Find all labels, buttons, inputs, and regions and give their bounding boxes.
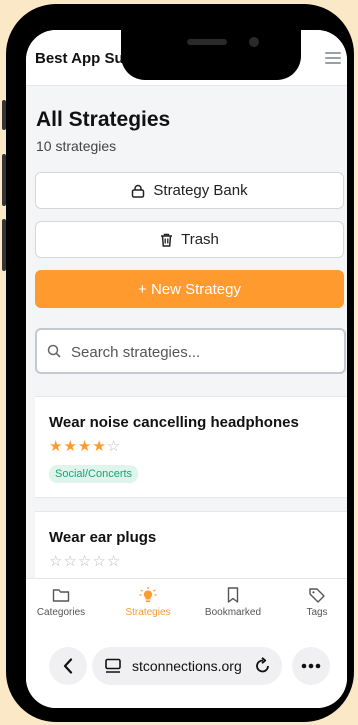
url-text: stconnections.org: [132, 658, 242, 674]
trash-button[interactable]: Trash: [35, 221, 344, 258]
phone-frame: Best App Suite All Strategies 10 strateg…: [2, 4, 354, 722]
speaker: [187, 39, 227, 45]
star-filled-icon: ★: [49, 438, 64, 455]
back-button[interactable]: [49, 647, 87, 685]
star-rating: ☆☆☆☆☆: [49, 552, 121, 570]
star-filled-icon: ★: [92, 438, 107, 455]
bookmark-icon: [227, 587, 239, 603]
browser-toolbar: stconnections.org: [26, 633, 347, 708]
lock-icon: [132, 184, 145, 198]
tag-icon: [309, 588, 325, 603]
nav-bookmarked[interactable]: Bookmarked: [198, 587, 268, 618]
nav-label: Bookmarked: [204, 607, 262, 618]
star-empty-icon: ☆: [49, 553, 64, 570]
star-rating: ★★★★☆: [49, 437, 121, 455]
chevron-left-icon: [63, 658, 73, 674]
search-input[interactable]: [69, 341, 333, 363]
screen: Best App Suite All Strategies 10 strateg…: [26, 30, 347, 708]
tag-badge[interactable]: Social/Concerts: [49, 465, 139, 483]
tabs-icon: [105, 658, 121, 673]
bottom-nav: Categories Strategies Bookmarked Tags: [26, 578, 347, 634]
url-bar[interactable]: stconnections.org: [92, 647, 282, 685]
star-empty-icon: ☆: [77, 553, 93, 570]
search-box[interactable]: [35, 328, 346, 374]
strategy-title: Wear noise cancelling headphones: [49, 414, 299, 431]
search-icon: [47, 344, 61, 358]
star-empty-icon: ☆: [92, 553, 107, 570]
reload-icon[interactable]: [254, 657, 272, 675]
nav-label: Tags: [306, 607, 328, 618]
side-button: [2, 154, 6, 206]
star-filled-icon: ★: [63, 438, 78, 455]
new-strategy-button[interactable]: + New Strategy: [35, 270, 344, 308]
star-empty-icon: ☆: [106, 438, 122, 455]
nav-strategies[interactable]: Strategies: [113, 587, 183, 618]
more-icon: [301, 663, 321, 669]
new-strategy-label: + New Strategy: [138, 280, 241, 298]
trash-icon: [161, 233, 173, 247]
trash-label: Trash: [181, 231, 219, 248]
more-button[interactable]: [292, 647, 330, 685]
strategy-card[interactable]: Wear noise cancelling headphones ★★★★☆ S…: [35, 396, 347, 498]
folder-icon: [52, 589, 70, 602]
nav-tags[interactable]: Tags: [282, 587, 347, 618]
strategy-count: 10 strategies: [36, 138, 117, 154]
hamburger-icon[interactable]: [325, 52, 341, 64]
strategy-bank-label: Strategy Bank: [153, 182, 248, 199]
strategy-bank-button[interactable]: Strategy Bank: [35, 172, 344, 209]
side-button: [2, 100, 6, 130]
star-empty-icon: ☆: [106, 553, 122, 570]
camera: [249, 37, 259, 47]
nav-label: Strategies: [125, 607, 171, 618]
side-button: [2, 219, 6, 271]
star-empty-icon: ☆: [63, 553, 78, 570]
nav-categories[interactable]: Categories: [26, 587, 96, 618]
star-filled-icon: ★: [77, 438, 93, 455]
strategy-title: Wear ear plugs: [49, 529, 157, 546]
lightbulb-icon: [139, 587, 157, 603]
notch: [121, 30, 301, 80]
nav-label: Categories: [36, 607, 86, 618]
page-title: All Strategies: [36, 108, 171, 131]
